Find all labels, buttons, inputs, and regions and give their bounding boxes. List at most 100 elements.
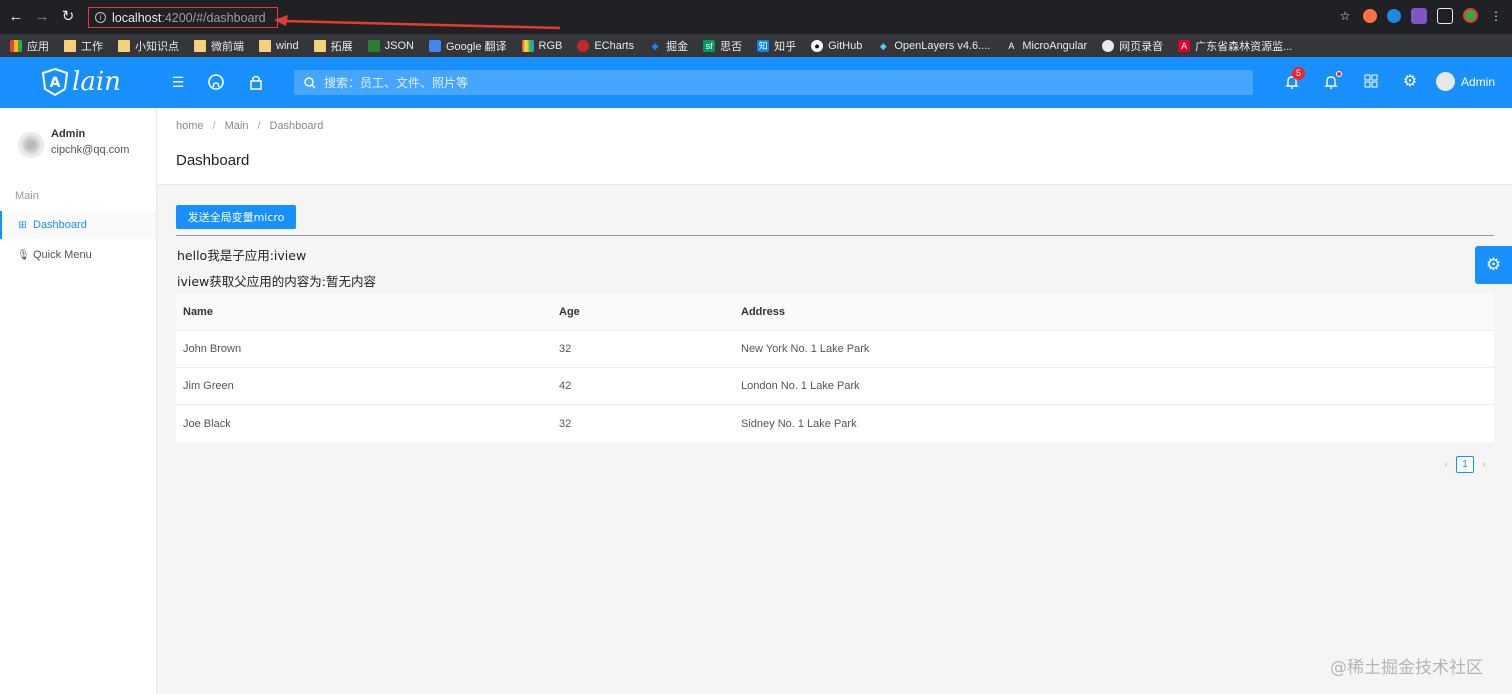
app-grid-icon[interactable] <box>1363 74 1379 90</box>
cell-name: Joe Black <box>183 417 231 430</box>
extension-icons: ☆ ⋮ <box>1337 8 1504 24</box>
prev-page-icon[interactable]: ‹ <box>1442 459 1450 470</box>
sub-app-greeting: hello我是子应用:iview <box>177 248 307 263</box>
column-header-age: Age <box>559 306 580 318</box>
bookmark-label: 知乎 <box>774 40 797 53</box>
bookmark-zhihu[interactable]: 知知乎 <box>757 38 796 54</box>
extension-icon[interactable] <box>1437 8 1453 24</box>
bookmark-segmentfault[interactable]: sf 思否 <box>703 38 742 54</box>
settings-gear-icon[interactable]: ⚙ <box>1402 74 1418 90</box>
setting-drawer-gear-icon[interactable]: ⚙ <box>1475 246 1512 284</box>
bookmark-echarts[interactable]: ECharts <box>577 39 634 52</box>
bookmark-label: OpenLayers v4.6.... <box>894 39 991 52</box>
extension-icon[interactable] <box>1387 9 1401 23</box>
info-icon[interactable]: i <box>95 12 106 23</box>
github-icon: ● <box>811 39 824 52</box>
sidebar-user-email: cipchk@qq.com <box>51 144 130 156</box>
header-user[interactable]: Admin <box>1436 72 1495 91</box>
back-icon[interactable]: ← <box>6 7 26 27</box>
header-search[interactable] <box>294 70 1253 95</box>
json-icon <box>367 39 380 52</box>
folder-icon <box>313 39 326 52</box>
folder-icon <box>259 39 271 52</box>
bookmark-json[interactable]: JSON <box>367 39 414 52</box>
apps-grid-icon <box>10 39 22 52</box>
send-global-variable-button[interactable]: 发送全局变量micro <box>176 205 296 229</box>
folder-icon <box>118 39 130 52</box>
bookmark-apps[interactable]: 应用 <box>10 38 49 54</box>
bookmark-label: wind <box>276 39 299 52</box>
shield-logo-icon: A <box>41 67 69 97</box>
bookmark-folder[interactable]: 工作 <box>64 38 103 54</box>
breadcrumb-item[interactable]: Main <box>225 120 249 132</box>
page-title: Dashboard <box>176 152 250 169</box>
dashboard-icon: ⊞ <box>18 219 27 231</box>
bookmark-label: 小知识点 <box>135 40 179 53</box>
cell-name: John Brown <box>183 343 242 355</box>
table-row: Joe Black 32 Sidney No. 1 Lake Park <box>176 405 1494 442</box>
bookmark-label: Google 翻译 <box>445 40 507 53</box>
avatar <box>1436 72 1455 91</box>
translate-icon <box>428 39 441 52</box>
menu-fold-icon[interactable]: ☰ <box>170 74 186 90</box>
bookmark-recorder[interactable]: 网页录音 <box>1102 38 1163 54</box>
logo[interactable]: A lain <box>40 67 121 97</box>
parent-content-text: iview获取父应用的内容为:暂无内容 <box>177 274 376 289</box>
divider <box>176 235 1494 236</box>
extension-icon[interactable] <box>1363 9 1377 23</box>
url-bar[interactable]: i localhost:4200/#/dashboard <box>88 7 278 28</box>
breadcrumb-separator: / <box>212 120 216 132</box>
bookmark-folder[interactable]: 小知识点 <box>118 38 179 54</box>
sidebar-item-dashboard[interactable]: ⊞ Dashboard <box>0 211 156 239</box>
sidebar-user[interactable]: Admin cipchk@qq.com <box>18 128 129 158</box>
bookmark-folder[interactable]: 拓展 <box>313 38 353 54</box>
bookmark-openlayers[interactable]: ◆ OpenLayers v4.6.... <box>877 40 990 52</box>
sidebar-user-name: Admin <box>51 128 86 140</box>
search-icon <box>304 76 316 88</box>
reload-icon[interactable]: ↻ <box>58 7 78 27</box>
red-arrow-annotation <box>274 15 561 30</box>
breadcrumb-separator: / <box>257 120 261 132</box>
bookmark-label: RGB <box>538 39 563 52</box>
folder-icon <box>194 39 206 52</box>
bookmark-google-translate[interactable]: Google 翻译 <box>428 38 507 54</box>
lock-icon[interactable] <box>248 74 264 90</box>
folder-icon <box>64 39 76 52</box>
github-icon[interactable] <box>208 74 224 90</box>
app-header: A lain ☰ 5 ⚙ Admin <box>0 57 1512 108</box>
page-number-active[interactable]: 1 <box>1456 456 1474 473</box>
bookmark-label: 工作 <box>81 40 103 53</box>
sidebar-item-quick-menu[interactable]: 🎙 Quick Menu <box>0 241 156 269</box>
angular-icon: A <box>1178 39 1191 52</box>
bookmark-github[interactable]: ● GitHub <box>811 39 862 52</box>
search-input[interactable] <box>324 75 1224 90</box>
logo-text: lain <box>72 67 121 97</box>
bookmark-label: 掘金 <box>666 40 689 53</box>
notification-count-badge: 5 <box>1292 67 1305 80</box>
cell-age: 32 <box>559 417 572 430</box>
table-row: John Brown 32 New York No. 1 Lake Park <box>176 331 1494 368</box>
column-header-name: Name <box>183 306 213 318</box>
bookmark-juejin[interactable]: ◆ 掘金 <box>649 38 688 54</box>
next-page-icon[interactable]: › <box>1480 459 1488 470</box>
bookmark-folder[interactable]: 微前端 <box>194 38 244 54</box>
star-icon[interactable]: ☆ <box>1337 8 1353 24</box>
globe-icon <box>1102 39 1115 52</box>
juejin-icon: ◆ <box>651 40 659 51</box>
bookmark-rgb[interactable]: RGB <box>521 39 563 52</box>
breadcrumb: home / Main / Dashboard <box>176 120 323 132</box>
more-icon[interactable]: ⋮ <box>1488 8 1504 24</box>
bookmark-folder[interactable]: wind <box>259 39 299 52</box>
forward-icon[interactable]: → <box>32 7 52 27</box>
sidebar-item-label: Quick Menu <box>33 249 92 261</box>
url-path: :4200/#/dashboard <box>161 10 266 25</box>
cell-age: 42 <box>559 380 572 392</box>
url-host: localhost <box>112 10 162 25</box>
bookmark-forest[interactable]: A 广东省森林资源监... <box>1178 38 1292 54</box>
svg-text:A: A <box>50 75 61 91</box>
bookmark-microangular[interactable]: A MicroAngular <box>1005 40 1087 52</box>
profile-icon[interactable] <box>1463 8 1478 23</box>
extension-icon[interactable] <box>1411 8 1427 24</box>
breadcrumb-item[interactable]: home <box>176 120 204 132</box>
cell-address: London No. 1 Lake Park <box>741 380 860 392</box>
